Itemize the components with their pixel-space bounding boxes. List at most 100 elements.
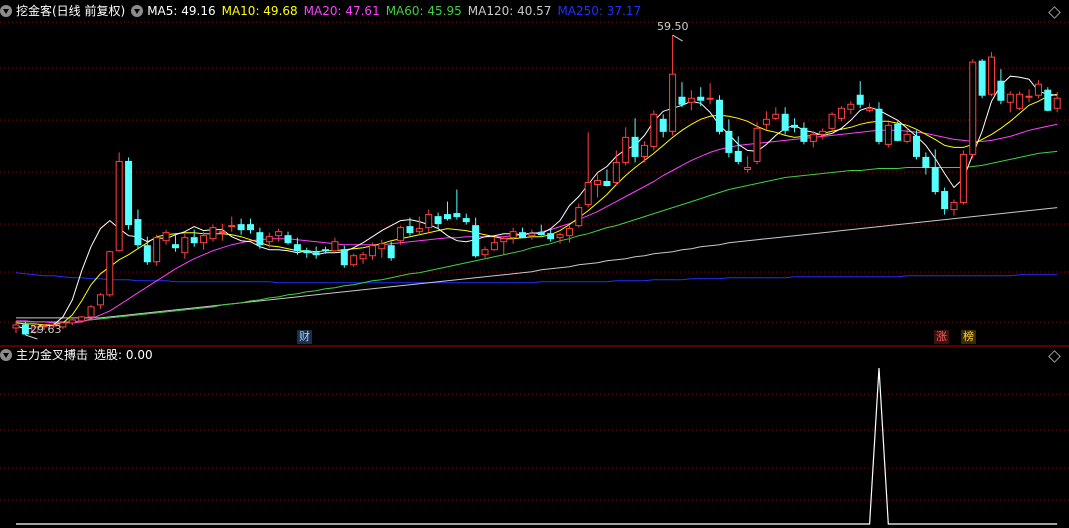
candle[interactable] xyxy=(744,156,752,173)
candle[interactable] xyxy=(725,119,733,158)
candle[interactable] xyxy=(969,59,977,159)
limit-up-marker[interactable]: 涨 xyxy=(934,330,949,344)
candle[interactable] xyxy=(669,35,677,136)
candle[interactable] xyxy=(875,102,883,145)
candle[interactable] xyxy=(434,212,442,229)
candle[interactable] xyxy=(218,223,226,241)
candle[interactable] xyxy=(781,107,789,135)
candle[interactable] xyxy=(1044,87,1052,112)
candle[interactable] xyxy=(228,216,236,232)
candle-body xyxy=(791,124,799,128)
candle[interactable] xyxy=(462,213,470,225)
candle[interactable] xyxy=(509,227,517,244)
candle[interactable] xyxy=(762,111,770,130)
candle[interactable] xyxy=(115,152,123,252)
candle[interactable] xyxy=(1034,80,1042,99)
candle[interactable] xyxy=(359,251,367,264)
candle[interactable] xyxy=(922,152,930,175)
candle[interactable] xyxy=(397,225,405,245)
candle[interactable] xyxy=(678,82,686,108)
candle[interactable] xyxy=(575,203,583,228)
candle[interactable] xyxy=(537,224,545,236)
candle-body xyxy=(472,225,480,257)
candle[interactable] xyxy=(368,242,376,260)
candle[interactable] xyxy=(181,233,189,259)
candle[interactable] xyxy=(378,239,386,258)
candle[interactable] xyxy=(556,232,564,244)
indicator-toggle-icon[interactable] xyxy=(0,349,12,361)
candle[interactable] xyxy=(96,292,104,309)
candle[interactable] xyxy=(584,132,592,208)
candle[interactable] xyxy=(800,122,808,145)
candle[interactable] xyxy=(856,81,864,109)
candle[interactable] xyxy=(87,304,95,318)
candle[interactable] xyxy=(415,216,423,235)
candle[interactable] xyxy=(350,253,358,267)
candle[interactable] xyxy=(237,218,245,235)
candle[interactable] xyxy=(716,95,723,135)
candle[interactable] xyxy=(547,228,555,242)
candle[interactable] xyxy=(312,246,320,259)
candle[interactable] xyxy=(331,237,339,252)
candle[interactable] xyxy=(209,224,217,242)
candle[interactable] xyxy=(387,241,395,261)
candle[interactable] xyxy=(988,52,996,97)
candle[interactable] xyxy=(106,250,114,297)
candle[interactable] xyxy=(1006,91,1014,113)
candle[interactable] xyxy=(162,229,170,245)
candle[interactable] xyxy=(425,209,433,233)
candle[interactable] xyxy=(809,131,817,148)
candle[interactable] xyxy=(847,101,855,115)
candle[interactable] xyxy=(68,318,76,325)
candle[interactable] xyxy=(612,150,620,186)
candle[interactable] xyxy=(453,189,461,220)
candle[interactable] xyxy=(171,234,179,252)
candle[interactable] xyxy=(565,225,573,243)
candle[interactable] xyxy=(275,228,283,242)
candle[interactable] xyxy=(500,236,508,255)
candle[interactable] xyxy=(884,122,892,148)
candle[interactable] xyxy=(594,174,602,198)
candle[interactable] xyxy=(959,150,967,205)
candle-body xyxy=(866,107,874,111)
candle[interactable] xyxy=(443,201,451,221)
candle[interactable] xyxy=(837,106,845,122)
candle[interactable] xyxy=(978,59,986,99)
kline-chart[interactable] xyxy=(0,0,1069,528)
candle[interactable] xyxy=(819,128,827,140)
candle[interactable] xyxy=(997,69,1005,105)
candle[interactable] xyxy=(753,122,761,165)
candle[interactable] xyxy=(706,83,714,105)
ma-settings-icon[interactable] xyxy=(131,5,144,17)
candle[interactable] xyxy=(284,231,292,245)
candle[interactable] xyxy=(519,227,527,239)
candle[interactable] xyxy=(125,157,133,230)
candle[interactable] xyxy=(472,217,480,258)
candle[interactable] xyxy=(481,246,489,258)
candle[interactable] xyxy=(622,127,630,166)
candle[interactable] xyxy=(303,247,311,258)
candle[interactable] xyxy=(734,136,742,165)
candle[interactable] xyxy=(894,121,902,142)
candle[interactable] xyxy=(950,199,958,216)
finance-marker[interactable]: 财 xyxy=(297,330,312,344)
candle[interactable] xyxy=(687,90,695,111)
ranking-marker[interactable]: 榜 xyxy=(961,330,976,344)
candle[interactable] xyxy=(772,107,780,121)
candle[interactable] xyxy=(697,87,705,107)
candle[interactable] xyxy=(1025,89,1033,103)
candle[interactable] xyxy=(153,234,161,266)
candle-body xyxy=(322,249,330,252)
candle[interactable] xyxy=(941,187,949,215)
candle[interactable] xyxy=(200,231,208,250)
candle[interactable] xyxy=(528,229,536,240)
collapse-toggle-icon[interactable] xyxy=(0,5,12,17)
candle[interactable] xyxy=(247,218,254,234)
candle[interactable] xyxy=(1016,91,1024,111)
candle[interactable] xyxy=(490,237,498,251)
candle[interactable] xyxy=(659,114,667,138)
candle[interactable] xyxy=(828,112,836,131)
candle[interactable] xyxy=(134,209,142,249)
candle[interactable] xyxy=(650,110,658,151)
candle[interactable] xyxy=(631,118,639,163)
